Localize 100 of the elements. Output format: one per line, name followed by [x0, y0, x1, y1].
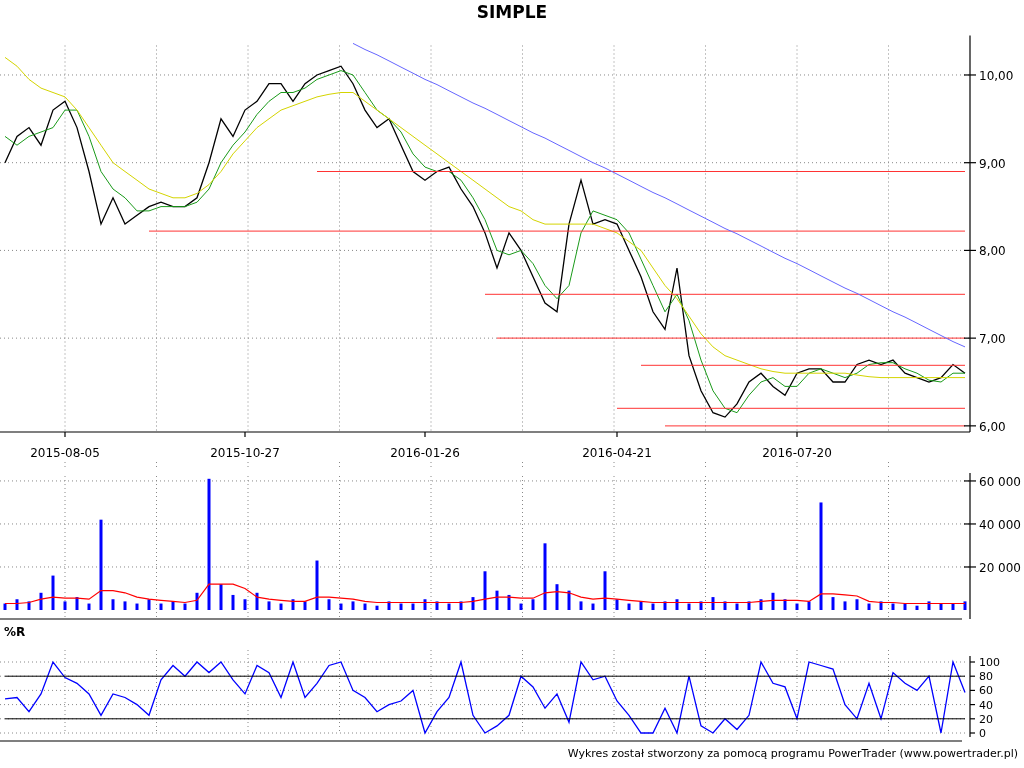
volume-bar	[543, 543, 547, 610]
volume-bar	[711, 597, 715, 610]
volume-bar	[399, 603, 403, 610]
volume-bar	[3, 603, 7, 610]
volume-bar	[507, 594, 511, 610]
volume-bar	[291, 599, 295, 610]
volume-bar	[495, 590, 499, 610]
volume-bar	[747, 601, 751, 610]
date-axis-label: 2016-07-20	[762, 446, 832, 460]
volume-bar	[639, 601, 643, 610]
volume-bar	[195, 592, 199, 610]
volume-bar	[423, 599, 427, 610]
volume-bar	[519, 603, 523, 610]
volume-bar	[339, 603, 343, 610]
volume-bar	[723, 601, 727, 610]
volume-bar	[891, 603, 895, 610]
volume-bar	[663, 601, 667, 610]
date-axis-label: 2016-04-21	[582, 446, 652, 460]
volume-bar	[63, 601, 67, 610]
volume-bar	[243, 599, 247, 610]
volume-bar	[927, 601, 931, 610]
volume-bar	[687, 603, 691, 610]
price-axis-label: 8,00	[979, 244, 1006, 259]
volume-bar	[759, 599, 763, 610]
indicator-label: %R	[3, 624, 27, 641]
volume-bar	[363, 603, 367, 610]
volume-bar	[699, 601, 703, 610]
volume-bar	[831, 597, 835, 610]
volume-bar	[795, 603, 799, 610]
volume-bar	[615, 599, 619, 610]
volume-bar	[435, 601, 439, 610]
volume-bar	[183, 603, 187, 610]
volume-bar	[915, 605, 919, 610]
volume-bar	[603, 571, 607, 610]
volume-bar	[903, 603, 907, 610]
volume-bar	[303, 601, 307, 610]
volume-bar	[123, 601, 127, 610]
volume-bar	[159, 603, 163, 610]
date-axis-label: 2015-10-27	[210, 446, 280, 460]
price-axis-label: 9,00	[979, 156, 1006, 171]
volume-bar	[963, 601, 967, 610]
volume-bar	[87, 603, 91, 610]
volume-bar	[387, 601, 391, 610]
date-axis-label: 2016-01-26	[390, 446, 460, 460]
volume-bar	[75, 597, 79, 610]
indicator-axis-label: 80	[979, 670, 993, 684]
volume-bar	[231, 594, 235, 610]
volume-bar	[651, 603, 655, 610]
date-axis-label: 2015-08-05	[30, 446, 100, 460]
volume-bar	[147, 599, 151, 610]
volume-bar	[171, 601, 175, 610]
volume-bar	[483, 571, 487, 610]
volume-bar	[255, 592, 259, 610]
price-axis-label: 6,00	[979, 419, 1006, 434]
volume-bar	[315, 560, 319, 610]
volume-bar	[51, 575, 55, 610]
volume-bar	[579, 601, 583, 610]
footer-credit: Wykres został stworzony za pomocą programu PowerTrader (www.powertrader.pl)	[566, 746, 1019, 762]
volume-bar	[327, 599, 331, 610]
volume-bar	[39, 592, 43, 610]
volume-bar	[531, 599, 535, 610]
chart-title: SIMPLE	[475, 1, 549, 24]
volume-axis-label: 60 000	[979, 474, 1021, 489]
volume-bar	[111, 599, 115, 610]
price-axis-label: 7,00	[979, 332, 1006, 347]
volume-bar	[279, 603, 283, 610]
volume-bar	[375, 605, 379, 610]
volume-bar	[447, 603, 451, 610]
volume-bar	[951, 603, 955, 610]
volume-bar	[627, 603, 631, 610]
volume-bar	[843, 601, 847, 610]
volume-axis-label: 40 000	[979, 517, 1021, 532]
volume-bar	[855, 599, 859, 610]
volume-bar	[867, 603, 871, 610]
volume-bar	[411, 603, 415, 610]
volume-bar	[807, 601, 811, 610]
volume-bar	[675, 599, 679, 610]
volume-bar	[459, 601, 463, 610]
indicator-axis-label: 0	[979, 727, 986, 740]
volume-bar	[591, 603, 595, 610]
volume-bar	[15, 599, 19, 610]
volume-axis-label: 20 000	[979, 561, 1021, 575]
volume-bar	[219, 584, 223, 610]
indicator-axis-label: 100	[979, 656, 1000, 669]
volume-bar	[351, 601, 355, 610]
volume-bar	[735, 603, 739, 610]
indicator-axis-label: 40	[979, 698, 993, 712]
volume-bar	[135, 603, 139, 610]
volume-bar	[267, 601, 271, 610]
volume-bar	[939, 603, 943, 610]
price-axis-label: 10,00	[979, 68, 1014, 83]
volume-bar	[783, 599, 787, 610]
volume-bar	[471, 597, 475, 610]
indicator-axis-label: 60	[979, 684, 993, 698]
indicator-axis-label: 20	[979, 712, 993, 726]
volume-bar	[771, 592, 775, 610]
volume-bar	[567, 590, 571, 610]
volume-bar	[27, 601, 31, 610]
volume-bar	[555, 584, 559, 610]
volume-bar	[879, 601, 883, 610]
